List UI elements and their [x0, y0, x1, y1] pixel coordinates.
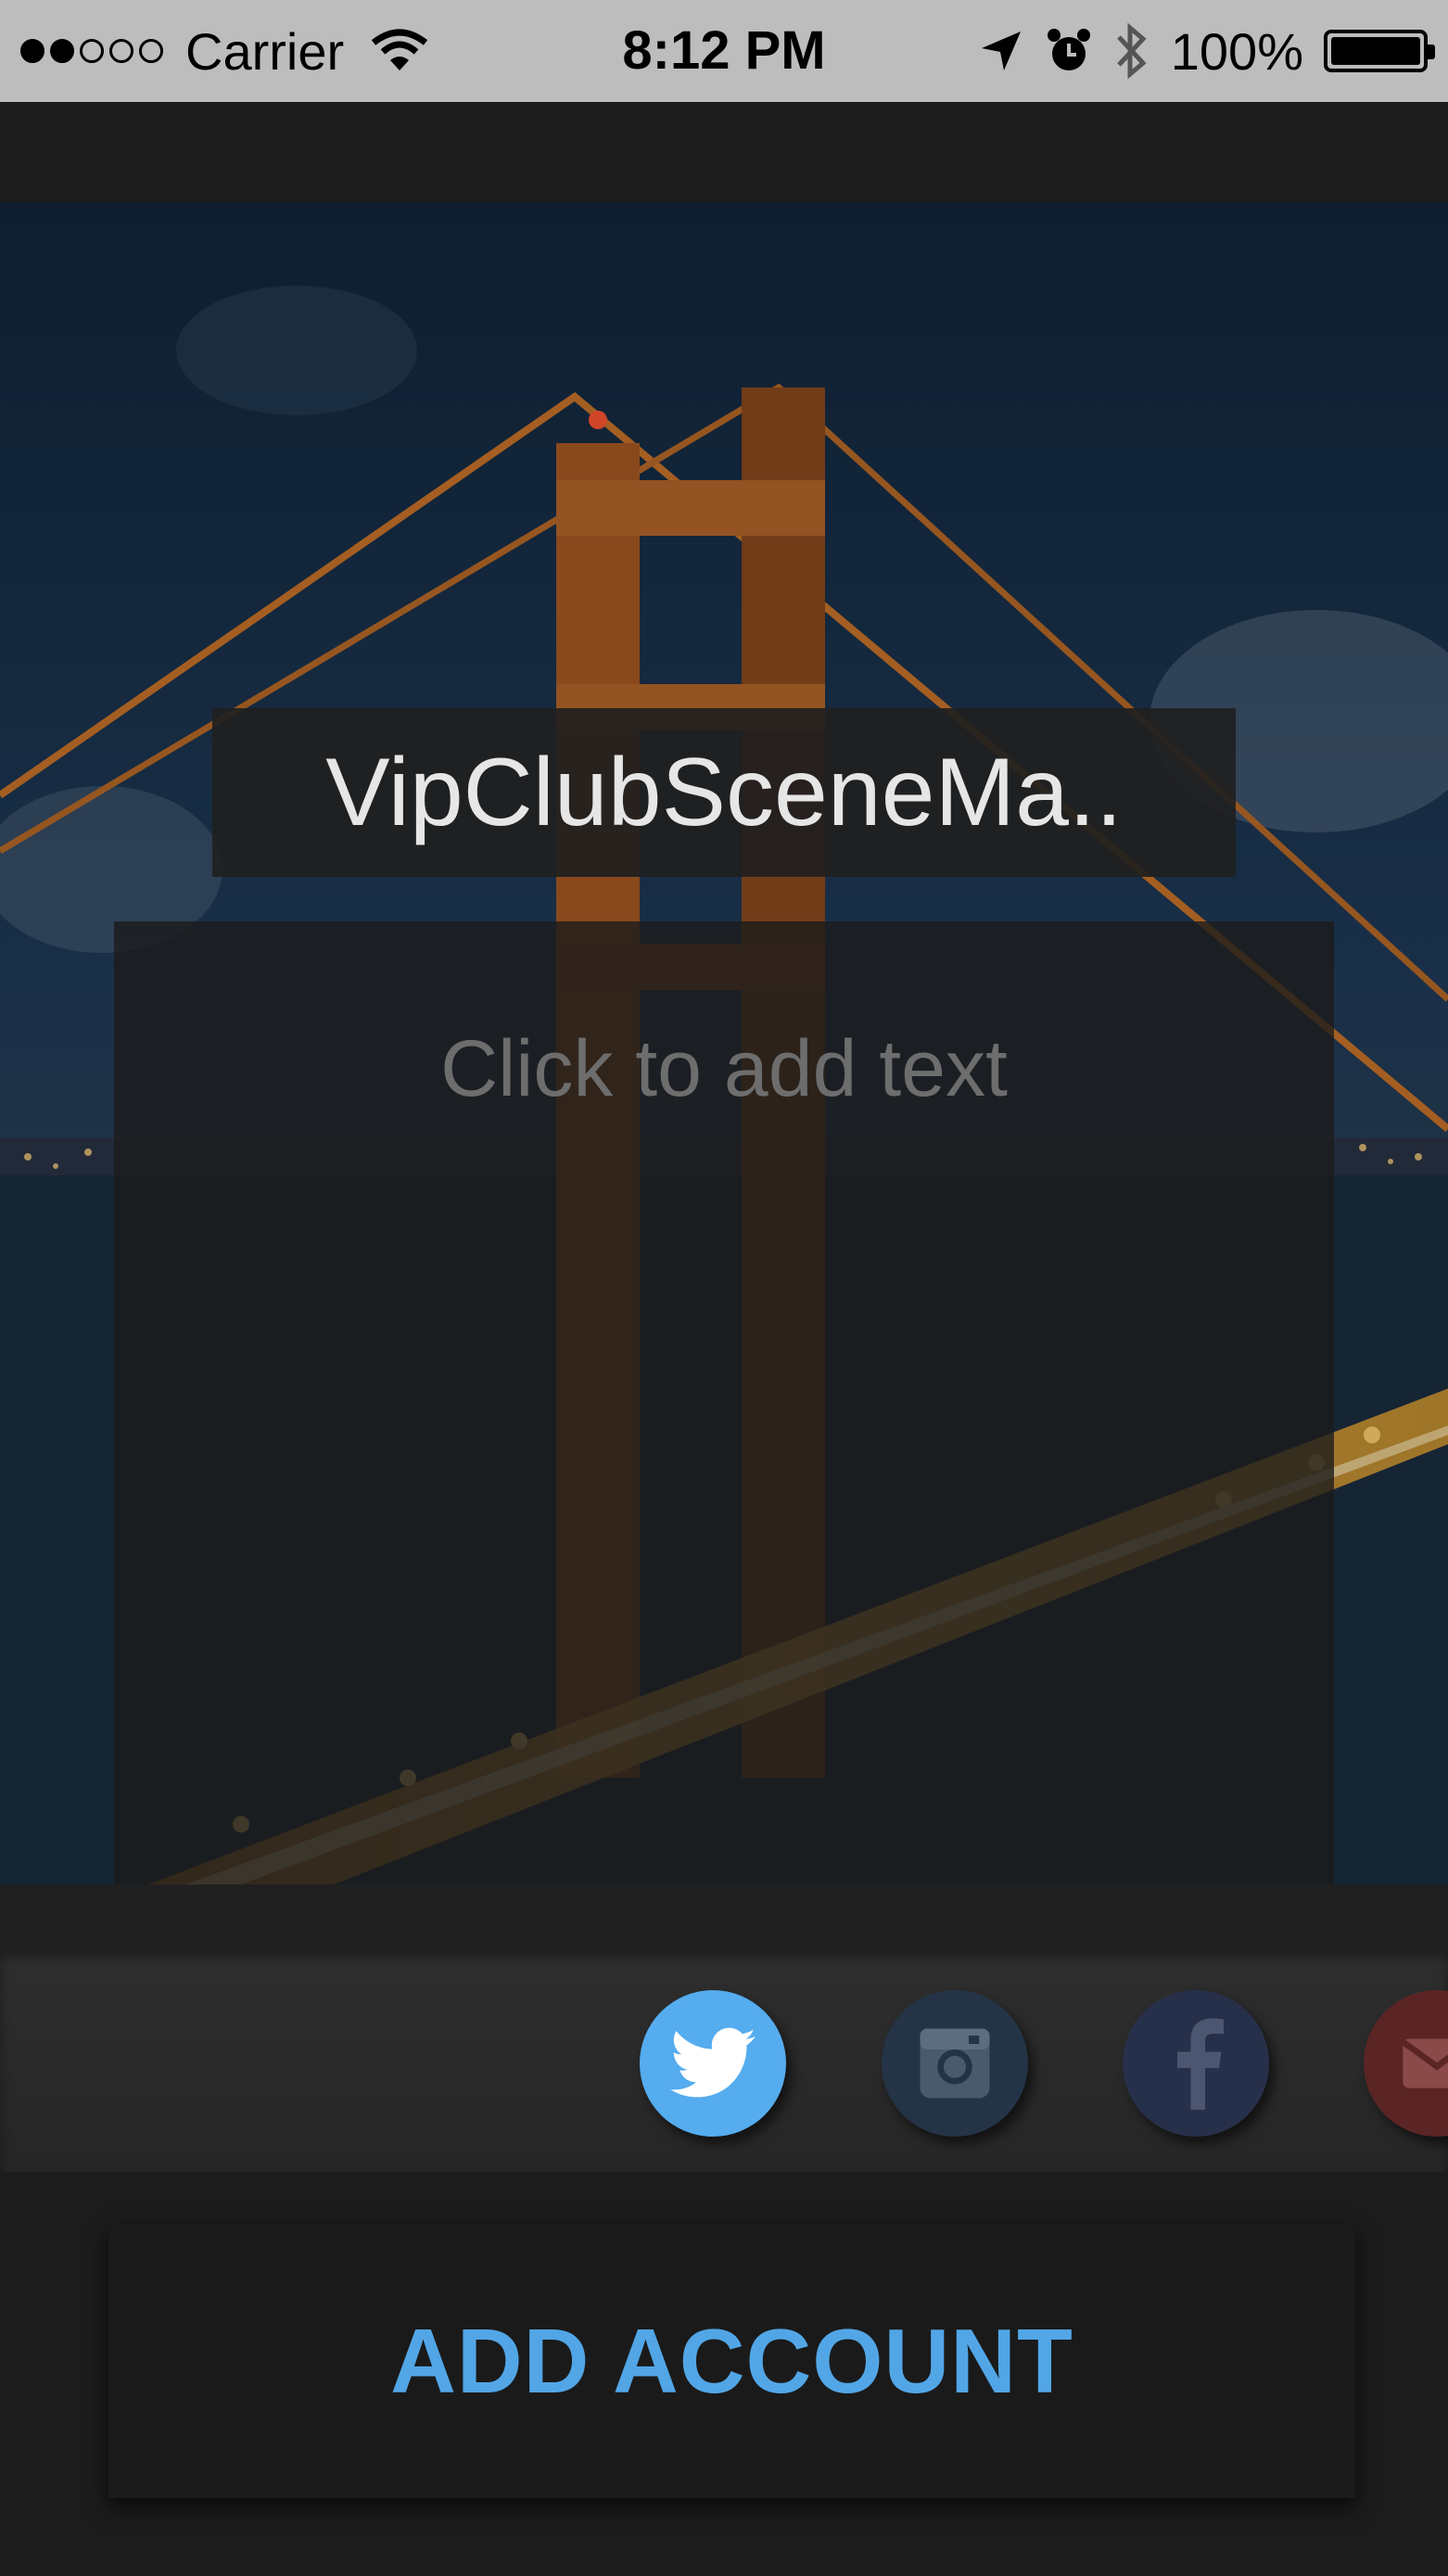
bluetooth-icon: [1116, 22, 1147, 80]
twitter-share-button[interactable]: [640, 1990, 786, 2137]
mail-share-button[interactable]: [1364, 1990, 1448, 2137]
bottom-panel: ADD ACCOUNT: [0, 2172, 1448, 2576]
twitter-icon: [670, 2027, 756, 2098]
divider-strip: [0, 1884, 1448, 1949]
text-placeholder: Click to add text: [440, 1024, 1008, 1113]
location-arrow-icon: [981, 32, 1021, 70]
navigation-bar: [0, 102, 1448, 205]
alarm-icon: [1047, 29, 1090, 70]
add-account-button[interactable]: ADD ACCOUNT: [108, 2224, 1355, 2498]
instagram-icon: [920, 2028, 990, 2099]
text-input-area[interactable]: Click to add text: [114, 921, 1334, 1884]
status-bar-right: 100%: [978, 17, 1435, 85]
scene-preview[interactable]: VipClubSceneMa.. Click to add text: [0, 202, 1448, 1884]
status-bar: Carrier 8:12 PM 100%: [0, 0, 1448, 102]
facebook-icon: [1177, 2018, 1224, 2110]
battery-icon: [1324, 30, 1435, 72]
instagram-share-button[interactable]: [882, 1990, 1028, 2137]
battery-percentage: 100%: [1170, 21, 1303, 81]
mail-icon: [1401, 2038, 1448, 2088]
social-share-bar: [0, 1949, 1448, 2172]
scene-title[interactable]: VipClubSceneMa..: [212, 708, 1236, 877]
facebook-share-button[interactable]: [1123, 1990, 1269, 2137]
